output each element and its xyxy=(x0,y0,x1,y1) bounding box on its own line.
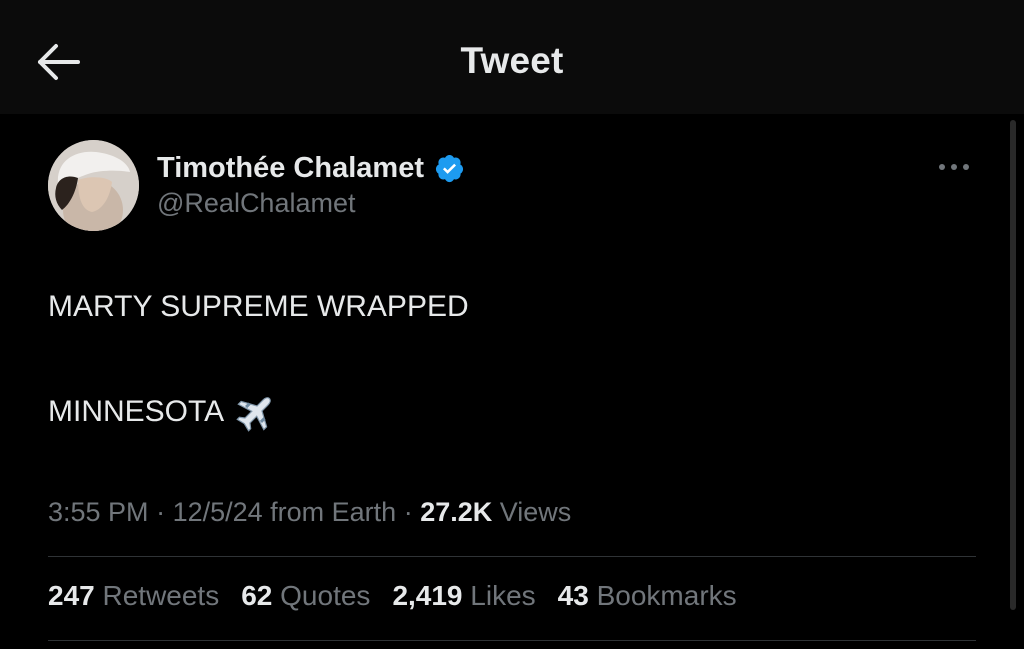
avatar-photo xyxy=(48,140,139,231)
more-options-button[interactable] xyxy=(934,154,974,180)
tweet-metadata: 3:55 PM · 12/5/24 from Earth · 27.2K Vie… xyxy=(48,497,571,528)
quotes-stat[interactable]: 62 Quotes xyxy=(241,580,370,612)
tweet-text-line-1: MARTY SUPREME WRAPPED xyxy=(48,290,469,323)
bookmarks-stat[interactable]: 43 Bookmarks xyxy=(558,580,737,612)
likes-count: 2,419 xyxy=(392,580,463,611)
tweet-date: 12/5/24 xyxy=(172,497,263,527)
meta-separator: · xyxy=(396,497,421,527)
author-display-name[interactable]: Timothée Chalamet xyxy=(157,152,424,185)
tweet-time: 3:55 PM xyxy=(48,497,149,527)
views-label[interactable]: Views xyxy=(492,497,572,527)
engagement-stats: 247 Retweets 62 Quotes 2,419 Likes 43 Bo… xyxy=(48,580,737,612)
bookmarks-count: 43 xyxy=(557,580,589,611)
top-bar: Tweet xyxy=(0,0,1024,114)
quotes-label: Quotes xyxy=(272,580,371,611)
likes-stat[interactable]: 2,419 Likes xyxy=(392,580,535,612)
avatar[interactable] xyxy=(48,140,139,231)
quotes-count: 62 xyxy=(241,580,273,611)
retweets-stat[interactable]: 247 Retweets xyxy=(48,580,219,612)
views-count[interactable]: 27.2K xyxy=(420,497,492,527)
tweet-text-line-2-label: MINNESOTA xyxy=(48,395,225,428)
likes-label: Likes xyxy=(462,580,536,611)
meta-separator: · xyxy=(148,497,173,527)
retweets-label: Retweets xyxy=(94,580,220,611)
bookmarks-label: Bookmarks xyxy=(588,580,737,611)
verified-badge-icon xyxy=(435,154,464,182)
author-handle[interactable]: @RealChalamet xyxy=(157,188,356,219)
retweets-count: 247 xyxy=(48,580,95,611)
page-title: Tweet xyxy=(460,40,564,81)
author-name-row: Timothée Chalamet xyxy=(157,149,465,187)
tweet-text-line-2: MINNESOTA xyxy=(48,390,278,434)
divider xyxy=(48,640,976,641)
divider xyxy=(48,556,976,557)
airplane-icon xyxy=(236,397,271,432)
more-horizontal-icon xyxy=(939,164,969,170)
tweet-source: from Earth xyxy=(262,497,397,527)
scrollbar[interactable] xyxy=(1010,120,1016,610)
